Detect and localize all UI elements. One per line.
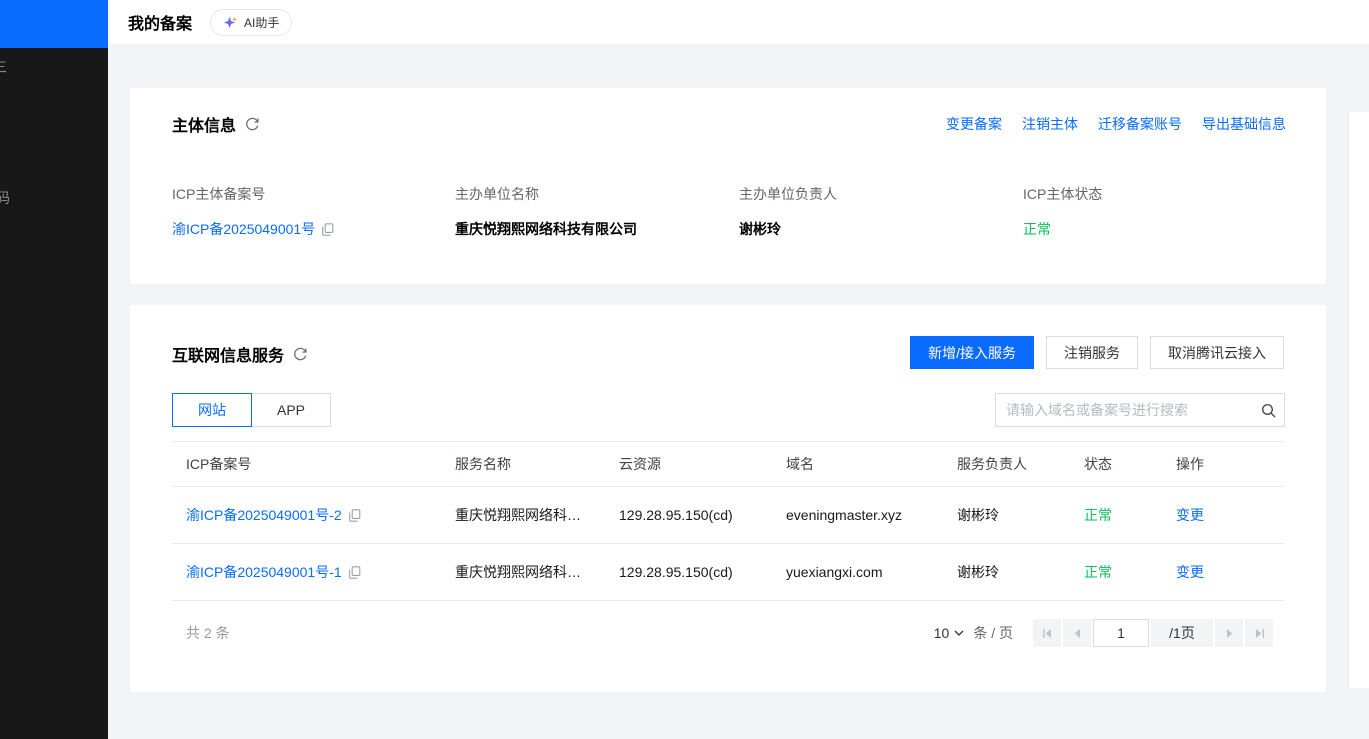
cancel-tencent-access-button[interactable]: 取消腾讯云接入 bbox=[1150, 336, 1284, 369]
internet-service-card: 互联网信息服务 新增/接入服务 注销服务 取消腾讯云接入 网站 APP 请输入域… bbox=[130, 305, 1326, 692]
organizer-name-value: 重庆悦翔熙网络科技有限公司 bbox=[455, 221, 637, 237]
change-action-link[interactable]: 变更 bbox=[1176, 507, 1204, 523]
tab-app[interactable]: APP bbox=[251, 393, 332, 427]
refresh-icon[interactable] bbox=[245, 117, 260, 132]
column-header-owner: 服务负责人 bbox=[943, 441, 1070, 487]
sidebar-active-item[interactable] bbox=[0, 0, 108, 48]
right-edge-panel bbox=[1348, 112, 1369, 688]
column-header-service-name: 服务名称 bbox=[441, 441, 605, 487]
change-action-link[interactable]: 变更 bbox=[1176, 564, 1204, 580]
field-organizer-name: 主办单位名称 重庆悦翔熙网络科技有限公司 bbox=[455, 184, 739, 239]
icp-subject-number-link[interactable]: 渝ICP备2025049001号 bbox=[172, 219, 315, 239]
icp-number-link[interactable]: 渝ICP备2025049001号-1 bbox=[186, 562, 342, 582]
cloud-resource-cell: 129.28.95.150(cd) bbox=[605, 543, 772, 601]
column-header-cloud-resource: 云资源 bbox=[605, 441, 772, 487]
add-service-button[interactable]: 新增/接入服务 bbox=[910, 336, 1034, 369]
top-bar: 我的备案 AI助手 bbox=[108, 0, 1369, 44]
service-table: ICP备案号 服务名称 云资源 域名 服务负责人 状态 操作 渝ICP备2025… bbox=[172, 441, 1284, 601]
service-name-cell: 重庆悦翔熙网络科技... bbox=[455, 564, 591, 580]
subject-status-badge: 正常 bbox=[1023, 221, 1051, 237]
subject-actions: 变更备案 注销主体 迁移备案账号 导出基础信息 bbox=[946, 114, 1286, 134]
copy-icon[interactable] bbox=[348, 565, 361, 579]
field-icp-subject-number: ICP主体备案号 渝ICP备2025049001号 bbox=[172, 184, 455, 239]
ai-assistant-label: AI助手 bbox=[244, 15, 280, 30]
main-content: 主体信息 变更备案 注销主体 迁移备案账号 导出基础信息 ICP主体备案号 渝I… bbox=[108, 44, 1369, 739]
sidebar-item-fragment[interactable]: 三 bbox=[0, 57, 7, 77]
export-info-link[interactable]: 导出基础信息 bbox=[1202, 114, 1286, 134]
icp-console-page: 三 码 我的备案 AI助手 主体信息 bbox=[0, 0, 1369, 739]
search-box bbox=[995, 393, 1285, 427]
refresh-icon[interactable] bbox=[293, 347, 308, 362]
sidebar-item-fragment[interactable]: 码 bbox=[0, 188, 10, 208]
status-badge: 正常 bbox=[1084, 564, 1112, 580]
sidebar: 三 码 bbox=[0, 0, 108, 739]
service-buttons: 新增/接入服务 注销服务 取消腾讯云接入 bbox=[910, 336, 1284, 369]
chevron-down-icon bbox=[954, 630, 964, 636]
table-row: 渝ICP备2025049001号-1 重庆悦翔熙网络科技... 129.28.9… bbox=[172, 543, 1284, 601]
field-label: ICP主体状态 bbox=[1023, 186, 1103, 202]
column-header-domain: 域名 bbox=[772, 441, 943, 487]
copy-icon[interactable] bbox=[348, 508, 361, 522]
search-icon[interactable] bbox=[1252, 394, 1284, 426]
icp-number-link[interactable]: 渝ICP备2025049001号-2 bbox=[186, 505, 342, 525]
total-pages-label: /1页 bbox=[1151, 619, 1213, 647]
domain-cell: eveningmaster.xyz bbox=[772, 486, 943, 544]
ai-sparkle-icon bbox=[223, 15, 238, 30]
service-tabs: 网站 APP bbox=[172, 393, 332, 427]
subject-card-title: 主体信息 bbox=[172, 118, 237, 135]
cloud-resource-cell: 129.28.95.150(cd) bbox=[605, 486, 772, 544]
search-input[interactable] bbox=[996, 394, 1252, 426]
field-subject-status: ICP主体状态 正常 bbox=[1023, 184, 1286, 239]
owner-cell: 谢彬玲 bbox=[943, 543, 1070, 601]
table-row: 渝ICP备2025049001号-2 重庆悦翔熙网络科技... 129.28.9… bbox=[172, 486, 1284, 544]
field-label: 主办单位名称 bbox=[455, 186, 539, 202]
cancel-service-button[interactable]: 注销服务 bbox=[1046, 336, 1138, 369]
field-label: ICP主体备案号 bbox=[172, 186, 266, 202]
page-size-value: 10 bbox=[933, 625, 950, 641]
field-label: 主办单位负责人 bbox=[739, 186, 837, 202]
status-badge: 正常 bbox=[1084, 507, 1112, 523]
prev-page-button[interactable] bbox=[1063, 619, 1091, 647]
service-name-cell: 重庆悦翔熙网络科技... bbox=[455, 507, 591, 523]
service-card-title: 互联网信息服务 bbox=[172, 348, 285, 365]
next-page-button[interactable] bbox=[1215, 619, 1243, 647]
ai-assistant-button[interactable]: AI助手 bbox=[210, 8, 293, 36]
column-header-icp: ICP备案号 bbox=[172, 441, 441, 487]
last-page-button[interactable] bbox=[1245, 619, 1273, 647]
subject-fields: ICP主体备案号 渝ICP备2025049001号 主办单位名称 重庆悦翔熙网络… bbox=[172, 184, 1286, 239]
pagination: /1页 bbox=[1033, 619, 1273, 647]
table-footer: 共 2 条 10 条 / 页 1 /1页 bbox=[186, 619, 1273, 647]
owner-cell: 谢彬玲 bbox=[943, 486, 1070, 544]
page-title: 我的备案 bbox=[128, 16, 193, 33]
page-size-selector[interactable]: 10 bbox=[934, 625, 965, 641]
cancel-subject-link[interactable]: 注销主体 bbox=[1022, 114, 1078, 134]
copy-icon[interactable] bbox=[322, 222, 334, 236]
column-header-status: 状态 bbox=[1070, 441, 1162, 487]
current-page-input[interactable] bbox=[1093, 619, 1149, 647]
subject-info-card: 主体信息 变更备案 注销主体 迁移备案账号 导出基础信息 ICP主体备案号 渝I… bbox=[130, 88, 1326, 284]
tab-website[interactable]: 网站 bbox=[172, 393, 252, 427]
change-filing-link[interactable]: 变更备案 bbox=[946, 114, 1002, 134]
organizer-owner-value: 谢彬玲 bbox=[739, 221, 781, 237]
migrate-account-link[interactable]: 迁移备案账号 bbox=[1098, 114, 1182, 134]
column-header-action: 操作 bbox=[1162, 441, 1284, 487]
domain-cell: yuexiangxi.com bbox=[772, 543, 943, 601]
table-header-row: ICP备案号 服务名称 云资源 域名 服务负责人 状态 操作 bbox=[172, 441, 1284, 487]
page-size-unit: 条 / 页 bbox=[973, 625, 1013, 641]
first-page-button[interactable] bbox=[1033, 619, 1061, 647]
total-count: 共 2 条 bbox=[186, 625, 230, 641]
field-organizer-owner: 主办单位负责人 谢彬玲 bbox=[739, 184, 1023, 239]
